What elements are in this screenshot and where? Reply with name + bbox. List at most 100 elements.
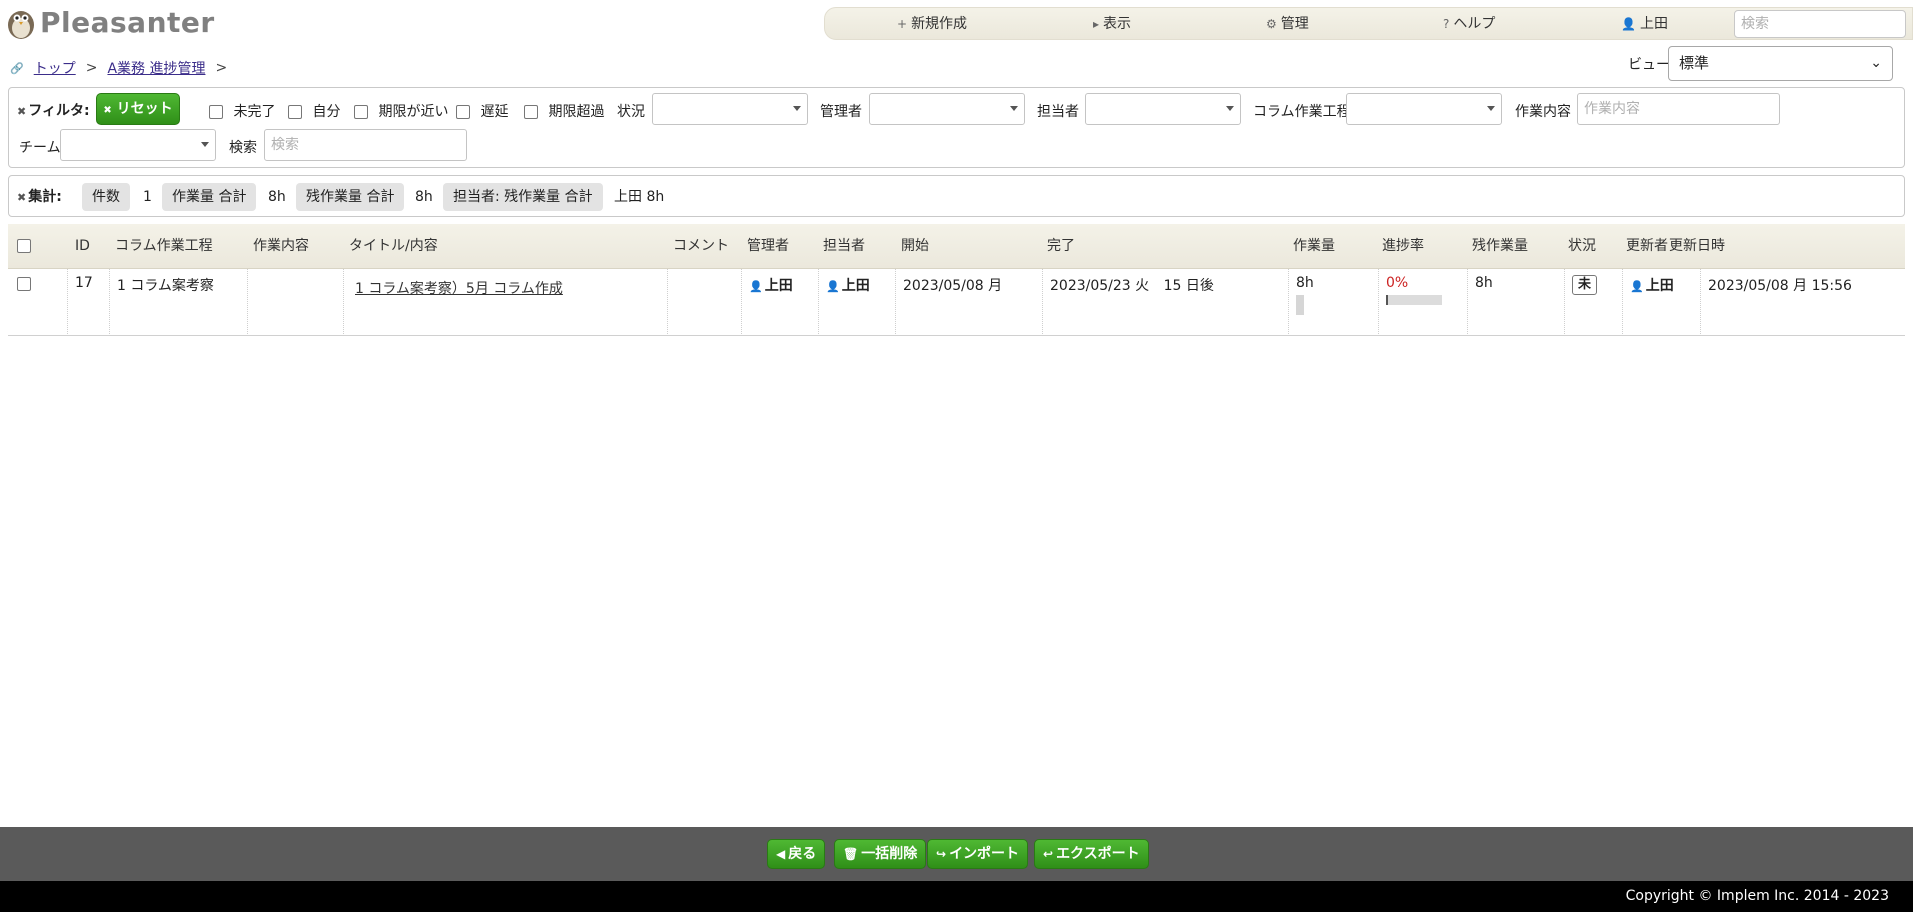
- work-bar: [1296, 295, 1304, 315]
- col-updated[interactable]: 更新日時: [1662, 224, 1732, 269]
- remaining-days: 15 日後: [1163, 278, 1214, 294]
- menu-new[interactable]: + 新規作成: [897, 8, 967, 41]
- col-complete[interactable]: 完了: [1040, 224, 1082, 269]
- view-select[interactable]: 標準 ⌄: [1668, 46, 1893, 81]
- breadcrumb-separator: >: [215, 60, 228, 76]
- filter-near-deadline[interactable]: 期限が近い: [354, 101, 448, 121]
- cell-process: 1 コラム案考察: [109, 269, 247, 336]
- menu-help[interactable]: ? ヘルプ: [1443, 8, 1495, 41]
- work-filter-input[interactable]: [1577, 93, 1780, 125]
- app-logo[interactable]: Pleasanter: [4, 6, 215, 40]
- breadcrumb-top[interactable]: トップ: [34, 58, 76, 78]
- checkbox[interactable]: [17, 239, 31, 253]
- menu-admin[interactable]: ⚙ 管理: [1266, 8, 1309, 41]
- col-work-value[interactable]: 作業量: [1286, 224, 1342, 269]
- col-start[interactable]: 開始: [894, 224, 936, 269]
- team-filter-select[interactable]: [60, 129, 216, 161]
- agg-owner-remaining-label: 担当者: 残作業量 合計: [443, 183, 603, 211]
- col-id[interactable]: ID: [68, 224, 97, 269]
- bulk-delete-button[interactable]: 🗑 一括削除: [834, 839, 927, 869]
- plus-icon: +: [897, 17, 908, 31]
- col-manager[interactable]: 管理者: [740, 224, 796, 269]
- manager-filter-select[interactable]: [869, 93, 1025, 125]
- import-button[interactable]: ↪ インポート: [927, 839, 1029, 869]
- cell-start: 2023/05/08 月: [895, 269, 1042, 336]
- complete-date: 2023/05/23 火: [1050, 278, 1150, 294]
- checkbox[interactable]: [354, 105, 368, 119]
- col-process[interactable]: コラム作業工程: [108, 224, 220, 269]
- filter-self[interactable]: 自分: [288, 101, 340, 121]
- manager-name: 上田: [764, 278, 793, 294]
- logo-text: Pleasanter: [40, 6, 215, 39]
- cell-comment: [667, 269, 741, 336]
- back-circle-icon: ◀: [776, 847, 786, 861]
- cell-progress: 0%: [1378, 269, 1467, 336]
- export-arrow-icon: ↩: [1043, 847, 1054, 861]
- owner-filter-label: 担当者: [1037, 104, 1079, 120]
- agg-remaining-label: 残作業量 合計: [296, 183, 405, 211]
- export-button[interactable]: ↩ エクスポート: [1034, 839, 1149, 869]
- row-select-cell: [10, 269, 70, 336]
- cell-status: 未: [1564, 269, 1622, 336]
- updator-name: 上田: [1645, 278, 1674, 294]
- menu-user[interactable]: 👤 上田: [1621, 8, 1668, 41]
- agg-owner-remaining-value: 上田 8h: [614, 189, 665, 205]
- cell-work-value: 8h: [1288, 269, 1378, 336]
- search-filter-input[interactable]: [264, 129, 467, 161]
- status-filter-label: 状況: [617, 104, 645, 120]
- table-row[interactable]: 17 1 コラム案考察 1 コラム案考察）5月 コラム作成 👤 上田 👤 上田 20…: [8, 269, 1905, 336]
- cell-owner: 👤 上田: [818, 269, 895, 336]
- checkbox[interactable]: [524, 105, 538, 119]
- checkbox[interactable]: [209, 105, 223, 119]
- filter-toggle[interactable]: ✖ フィルタ:: [17, 100, 90, 120]
- col-title[interactable]: タイトル/内容: [342, 224, 445, 269]
- export-label: エクスポート: [1056, 846, 1140, 862]
- work-filter-label: 作業内容: [1515, 104, 1571, 120]
- gear-icon: ⚙: [1266, 17, 1277, 31]
- reset-label: リセット: [116, 101, 173, 117]
- checkbox[interactable]: [456, 105, 470, 119]
- copyright: Copyright © Implem Inc. 2014 - 2023: [0, 881, 1913, 912]
- trash-icon: 🗑: [843, 847, 859, 861]
- user-icon: 👤: [1630, 280, 1644, 293]
- agg-count-label: 件数: [82, 183, 130, 211]
- menu-view[interactable]: ▸ 表示: [1093, 8, 1131, 41]
- filter-delay-label: 遅延: [480, 104, 509, 120]
- bulk-delete-label: 一括削除: [861, 846, 918, 862]
- col-comment[interactable]: コメント: [666, 224, 736, 269]
- cell-manager: 👤 上田: [741, 269, 818, 336]
- checkbox[interactable]: [288, 105, 302, 119]
- owner-filter-select[interactable]: [1085, 93, 1241, 125]
- agg-count-value: 1: [143, 189, 152, 205]
- filter-overdue[interactable]: 期限超過: [524, 101, 604, 121]
- dropdown-arrow-icon: [1226, 106, 1234, 111]
- back-button[interactable]: ◀ 戻る: [767, 839, 826, 869]
- import-label: インポート: [949, 846, 1020, 862]
- col-remaining-work[interactable]: 残作業量: [1465, 224, 1535, 269]
- title-link[interactable]: 1 コラム案考察）5月 コラム作成: [355, 281, 563, 297]
- progress-rate: 0%: [1386, 275, 1409, 291]
- breadcrumb-site[interactable]: A業務 進捗管理: [107, 58, 205, 78]
- select-all-checkbox[interactable]: [10, 224, 38, 269]
- checkbox[interactable]: [17, 277, 31, 291]
- menu-help-label: ヘルプ: [1453, 16, 1496, 32]
- top-search-input[interactable]: [1734, 10, 1906, 38]
- aggregation-title: 集計:: [28, 189, 62, 205]
- process-filter-label: コラム作業工程: [1253, 104, 1351, 120]
- col-status[interactable]: 状況: [1561, 224, 1603, 269]
- col-work[interactable]: 作業内容: [246, 224, 316, 269]
- search-filter-label: 検索: [229, 140, 257, 156]
- reset-button[interactable]: ✖ リセット: [96, 93, 180, 125]
- filter-incomplete[interactable]: 未完了: [209, 101, 275, 121]
- filter-delay[interactable]: 遅延: [456, 101, 508, 121]
- process-filter-select[interactable]: [1346, 93, 1502, 125]
- user-icon: 👤: [826, 280, 840, 293]
- col-progress[interactable]: 進捗率: [1375, 224, 1431, 269]
- aggregation-toggle[interactable]: ✖ 集計:: [17, 186, 62, 206]
- dropdown-arrow-icon: [1010, 106, 1018, 111]
- status-filter-select[interactable]: [652, 93, 808, 125]
- footer-command-bar: ◀ 戻る 🗑 一括削除 ↪ インポート ↩ エクスポート: [0, 827, 1913, 881]
- work-value: 8h: [1296, 275, 1314, 291]
- status-badge: 未: [1572, 275, 1598, 295]
- col-owner[interactable]: 担当者: [816, 224, 872, 269]
